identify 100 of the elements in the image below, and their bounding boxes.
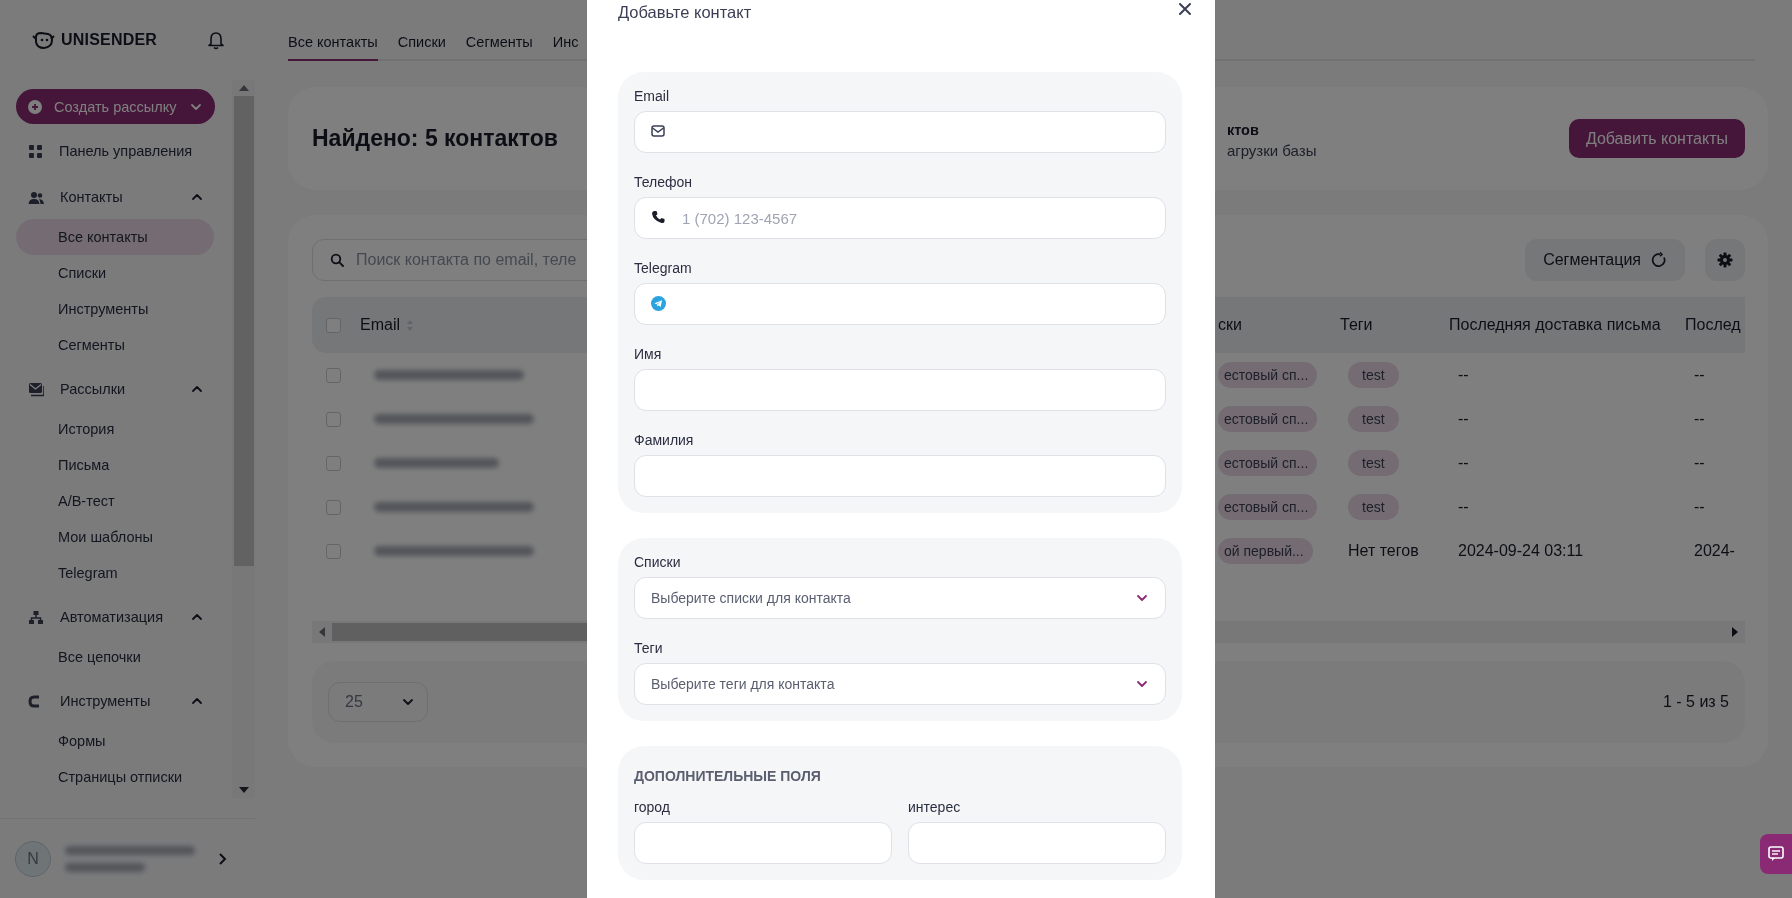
select-field[interactable]: Выберите теги для контакта [634,663,1166,705]
nav-item[interactable]: История [16,411,214,447]
modal-title: Добавьте контакт [618,3,752,22]
nav-item[interactable]: Сегменты [16,327,214,363]
table-cell-text: -- [1693,410,1705,428]
dog-logo-icon [32,30,55,50]
scrollbar[interactable] [232,80,255,798]
chat-button[interactable] [1760,834,1792,874]
nav-section[interactable]: Контакты [16,175,214,219]
field-label: Теги [634,640,664,656]
field-label: Email [634,88,670,104]
phone-icon [651,210,666,225]
nav-item[interactable]: Telegram [16,555,214,591]
field-label: Telegram [634,260,693,276]
list-tag: ой первый... [1218,538,1313,564]
scroll-left-icon[interactable] [318,626,326,638]
tag: test [1348,406,1399,432]
page-size-select[interactable]: 25 [328,682,428,722]
checkbox[interactable] [326,499,341,515]
input-field[interactable] [634,111,1166,153]
scrollbar-thumb[interactable] [233,96,254,566]
nav-item[interactable]: Письма [16,447,214,483]
paper-plane-icon [651,296,666,311]
field-label: Имя [634,346,663,362]
scroll-up-icon[interactable] [237,84,250,92]
table-cell-text: -- [1457,366,1469,384]
nav-item[interactable]: Мои шаблоны [16,519,214,555]
add-contacts-button[interactable]: Добавить контакты [1568,119,1745,158]
tab[interactable]: Сегменты [465,24,533,61]
select-all-checkbox[interactable] [326,317,341,333]
scroll-down-icon[interactable] [237,786,250,794]
nav-item[interactable]: Панель управления [16,131,214,171]
checkbox[interactable] [326,411,341,427]
table-cell-text: -- [1457,410,1469,428]
refresh-icon [1651,252,1667,268]
input-field[interactable] [634,455,1166,497]
scroll-right-icon[interactable] [1731,626,1739,638]
tab[interactable]: Инс [552,24,579,61]
checkbox[interactable] [326,367,341,383]
list-tag: естовый сп... [1218,450,1318,476]
field-label: город [634,799,672,815]
bell-icon[interactable] [207,30,225,50]
logo-text: UNISENDER [61,31,158,49]
tag: test [1348,450,1399,476]
column-header[interactable]: Послед [1685,316,1741,334]
nav-item[interactable]: Страницы отписки [16,759,214,795]
table-cell-text: -- [1693,366,1705,384]
table-cell-text: -- [1457,454,1469,472]
nav-section[interactable]: Инструменты [16,679,214,723]
field-label: Фамилия [634,432,695,448]
search-icon [330,253,344,267]
input-field[interactable] [634,822,892,864]
table-cell-text: Нет тегов [1347,542,1419,560]
column-header[interactable]: Последняя доставка письма [1449,316,1661,334]
segmentation-button[interactable]: Сегментация [1525,239,1685,281]
input-field[interactable] [634,369,1166,411]
tab[interactable]: Все контакты [288,24,378,61]
tag: test [1348,362,1399,388]
table-cell-text: -- [1457,498,1469,516]
field-label: интерес [908,799,962,815]
create-mailing-button[interactable]: Создать рассылку [16,89,215,124]
avatar: N [15,840,51,877]
list-tag: естовый сп... [1218,362,1318,388]
nav-item[interactable]: A/B-тест [16,483,214,519]
settings-icon [1717,252,1733,268]
checkbox[interactable] [326,455,341,471]
people-icon [28,189,44,205]
checkbox[interactable] [326,543,341,559]
chat-icon [1767,845,1785,863]
nav-section[interactable]: Рассылки [16,367,214,411]
input-field[interactable]: 1 (702) 123-4567 [634,197,1166,239]
envelopes-icon [28,381,44,397]
tab[interactable]: Списки [397,24,446,61]
page-range: 1 - 5 из 5 [1662,693,1729,711]
field-label: Телефон [634,174,694,190]
table-cell-text: 2024- [1693,542,1735,560]
list-tag: естовый сп... [1218,494,1318,520]
grid-icon [28,143,44,159]
info-text: агрузки базы [1226,142,1317,159]
nav-item[interactable]: Формы [16,723,214,759]
nav-item[interactable]: Списки [16,255,214,291]
table-cell-text: 2024-09-24 03:11 [1457,542,1584,560]
column-header[interactable]: Email [360,316,400,334]
chevron-right-icon[interactable] [217,851,227,866]
select-field[interactable]: Выберите списки для контакта [634,577,1166,619]
nav-item[interactable]: Все контакты [16,219,214,255]
settings-button[interactable] [1705,239,1745,281]
column-header[interactable]: Теги [1340,316,1373,334]
input-field[interactable] [634,283,1166,325]
envelope-icon [651,124,666,139]
nav-section[interactable]: Автоматизация [16,595,214,639]
column-header[interactable]: ски [1218,316,1242,334]
tag: test [1348,494,1399,520]
input-field[interactable] [908,822,1166,864]
nav-item[interactable]: Все цепочки [16,639,214,675]
field-label: Списки [634,554,682,570]
nav-item[interactable]: Инструменты [16,291,214,327]
info-text: ктов [1226,122,1259,138]
close-icon[interactable] [1178,2,1192,16]
page-title: Найдено: 5 контактов [312,125,558,152]
